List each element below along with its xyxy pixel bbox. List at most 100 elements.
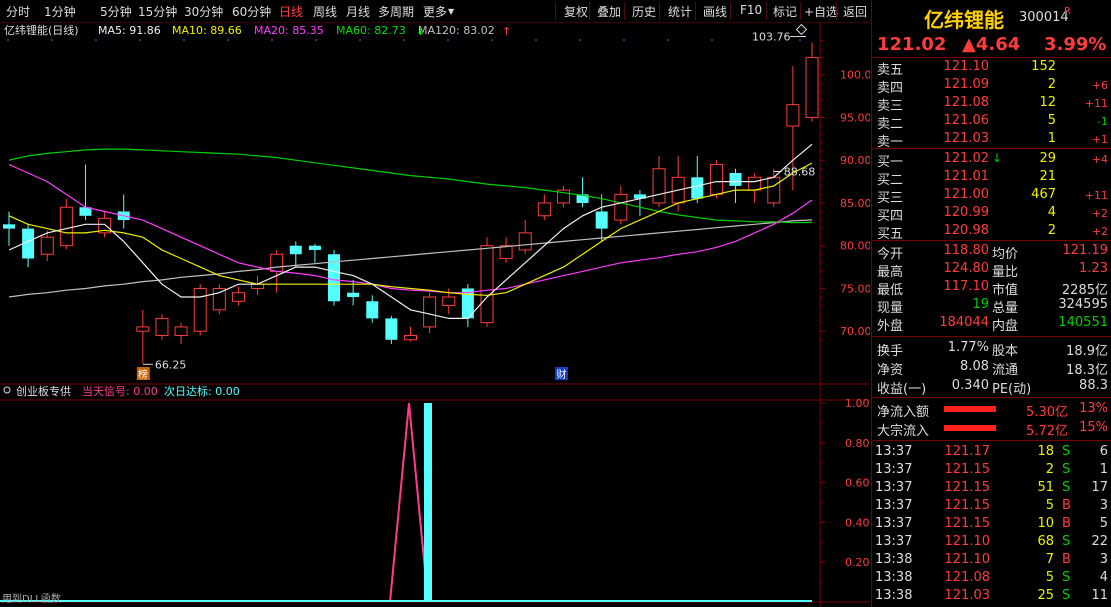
panel-row: 收益(一) 0.340 PE(动) 88.3 bbox=[872, 377, 1111, 397]
marker-dot bbox=[7, 39, 9, 41]
candle-body-up[interactable] bbox=[193, 287, 207, 332]
ask-price: 121.09 bbox=[943, 77, 990, 92]
candle-body-up[interactable] bbox=[174, 326, 188, 336]
toolbar-item-16[interactable]: F10 bbox=[740, 3, 762, 17]
candle-body-down[interactable] bbox=[595, 211, 608, 229]
stat-value: 19 bbox=[972, 297, 989, 312]
toolbar-item-4[interactable]: 30分钟 bbox=[184, 3, 223, 20]
toolbar-item-0[interactable]: 分时 bbox=[6, 3, 30, 20]
kline-svg[interactable]: 亿纬锂能(日线) MA5: 91.86 MA10: 89.66 MA20: 85.35… bbox=[0, 22, 870, 607]
tick-side: B bbox=[1062, 516, 1071, 531]
panel-row: 买五 120.98 2 +2 bbox=[872, 222, 1111, 242]
tick-price: 121.15 bbox=[944, 462, 991, 477]
candle-body-up[interactable] bbox=[231, 292, 245, 302]
toolbar-item-2[interactable]: 5分钟 bbox=[100, 3, 132, 20]
kline-chart[interactable]: 亿纬锂能(日线) MA5: 91.86 MA10: 89.66 MA20: 85.35… bbox=[0, 22, 870, 607]
candle-body-up[interactable] bbox=[614, 193, 628, 221]
panel-row: 买四 120.99 4 +2 bbox=[872, 204, 1111, 224]
tick-side: S bbox=[1062, 588, 1071, 603]
toolbar-item-7[interactable]: 周线 bbox=[313, 3, 337, 20]
candle-body-up[interactable] bbox=[155, 317, 169, 336]
candle-body-down[interactable] bbox=[366, 301, 379, 319]
marker-dot bbox=[315, 39, 317, 41]
panel-row: 净资 8.08 流通 18.3亿 bbox=[872, 358, 1111, 378]
candle-body-up[interactable] bbox=[748, 176, 762, 191]
candle-body-up[interactable] bbox=[537, 202, 551, 217]
marker-dot bbox=[623, 39, 625, 41]
dll-footer: 用到DLL函数 bbox=[2, 592, 61, 605]
stats-divider bbox=[872, 397, 1111, 398]
ask-price: 121.03 bbox=[943, 131, 990, 146]
toolbar-item-3[interactable]: 15分钟 bbox=[138, 3, 177, 20]
candle-body-up[interactable] bbox=[442, 296, 456, 307]
toolbar-item-13[interactable]: 历史 bbox=[632, 3, 656, 20]
panel-row: 净流入额 5.30亿 13% bbox=[872, 400, 1111, 420]
panel-row: 最低 117.10 市值 2285亿 bbox=[872, 278, 1111, 298]
candle-body-down[interactable] bbox=[729, 173, 742, 186]
candle-body-up[interactable] bbox=[652, 168, 666, 204]
ask-volume: 5 bbox=[1047, 113, 1056, 128]
candle-body-up[interactable] bbox=[404, 334, 417, 341]
toolbar-item-14[interactable]: 统计 bbox=[668, 3, 692, 20]
candle-body-up[interactable] bbox=[251, 283, 265, 289]
finance-badge-text: 财 bbox=[557, 368, 567, 381]
toolbar-item-15[interactable]: 画线 bbox=[703, 3, 727, 20]
last-price: 121.02 bbox=[877, 34, 947, 55]
bid-price: 120.99 bbox=[943, 205, 990, 220]
flow-label: 净流入额 bbox=[877, 405, 930, 420]
candle-body-up[interactable] bbox=[518, 232, 532, 251]
candle-body-up[interactable] bbox=[709, 163, 723, 195]
candle-body-up[interactable] bbox=[767, 176, 781, 204]
marker-dot bbox=[491, 39, 493, 41]
candle-body-down[interactable] bbox=[691, 177, 704, 199]
panel-row: 卖四 121.09 2 +6 bbox=[872, 76, 1111, 96]
bid-down-icon: ↓ bbox=[992, 151, 1003, 165]
y-tick-label-4: 80.00 bbox=[840, 240, 870, 253]
toolbar-item-5[interactable]: 60分钟 bbox=[232, 3, 271, 20]
candle-body-up[interactable] bbox=[136, 326, 150, 332]
y-tick-label-1: 95.00 bbox=[840, 111, 870, 124]
y-tick-label-5: 75.00 bbox=[840, 282, 870, 295]
tick-volume: 10 bbox=[1037, 516, 1054, 531]
toolbar-item-12[interactable]: 叠加 bbox=[597, 3, 621, 20]
toolbar-item-1[interactable]: 1分钟 bbox=[44, 3, 76, 20]
toolbar-item-18[interactable]: +自选 bbox=[804, 3, 838, 20]
candle-body-up[interactable] bbox=[480, 245, 494, 324]
toolbar-item-6[interactable]: 日线 bbox=[279, 3, 303, 20]
marker-dot bbox=[799, 39, 801, 41]
tick-count: 5 bbox=[1099, 516, 1108, 531]
candle-body-down[interactable] bbox=[308, 245, 321, 250]
tick-time: 13:37 bbox=[875, 444, 913, 459]
candle-body-down[interactable] bbox=[3, 224, 15, 229]
tick-count: 17 bbox=[1091, 480, 1108, 495]
candle-body-down[interactable] bbox=[289, 245, 302, 255]
candle-body-down[interactable] bbox=[385, 318, 398, 340]
tick-volume: 25 bbox=[1037, 588, 1054, 603]
tick-side: B bbox=[1062, 498, 1071, 513]
candle-body-up[interactable] bbox=[59, 206, 73, 247]
tick-volume: 18 bbox=[1037, 444, 1054, 459]
more-dropdown-icon[interactable]: ▼ bbox=[448, 7, 454, 16]
sub-settings-icon[interactable] bbox=[3, 386, 11, 394]
candle-body-up[interactable] bbox=[212, 287, 226, 311]
panel-row: 卖三 121.08 12 +11 bbox=[872, 94, 1111, 114]
stat-value: 1.77% bbox=[947, 340, 989, 355]
toolbar-item-19[interactable]: 返回 bbox=[843, 3, 867, 20]
high-price-label: 103.76 bbox=[752, 31, 791, 44]
candle-body-down[interactable] bbox=[347, 292, 360, 297]
ma-label-3: MA60: 82.73 bbox=[336, 24, 406, 37]
candle-body-up[interactable] bbox=[40, 236, 54, 255]
candle-body-up[interactable] bbox=[499, 245, 513, 260]
toolbar-item-8[interactable]: 月线 bbox=[346, 3, 370, 20]
toolbar-item-10[interactable]: 更多 bbox=[423, 3, 447, 20]
toolbar-item-17[interactable]: 标记 bbox=[773, 3, 797, 20]
toolbar-item-9[interactable]: 多周期 bbox=[378, 3, 414, 20]
flow-value: 5.72亿 bbox=[1026, 424, 1068, 439]
candle-body-up[interactable] bbox=[805, 57, 819, 118]
toolbar-item-11[interactable]: 复权 bbox=[564, 3, 588, 20]
candle-body-up[interactable] bbox=[786, 104, 800, 127]
candle-body-up[interactable] bbox=[423, 296, 437, 328]
tick-volume: 68 bbox=[1037, 534, 1054, 549]
stat-value: 324595 bbox=[1058, 297, 1108, 312]
candle-body-up[interactable] bbox=[270, 253, 284, 272]
